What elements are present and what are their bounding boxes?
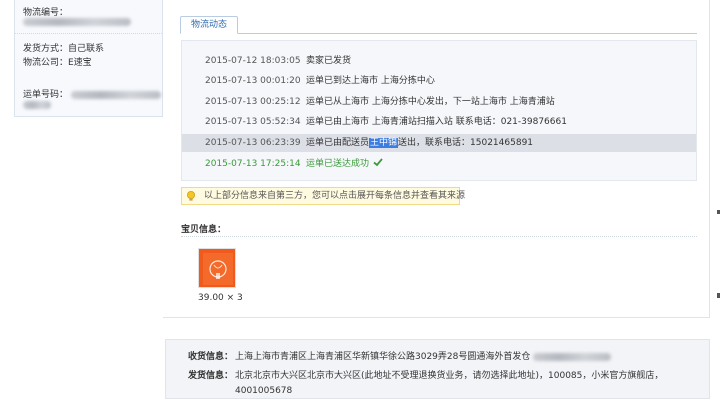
waybill-label: 运单号码： — [23, 90, 69, 100]
log-text: 运单已由配送员王中锦送出，联系电话：15021465891 — [306, 138, 534, 148]
log-text: 运单已送达成功 — [306, 155, 383, 173]
logistics-company: 物流公司：E速宝 — [23, 58, 92, 68]
log-text: 运单已由上海市 上海青浦站扫描入站 联系电话：021-39876661 — [306, 117, 567, 127]
order-number-value-redacted — [23, 17, 131, 27]
product-thumbnail[interactable] — [198, 248, 236, 288]
log-row[interactable]: 2015-07-12 18:03:05 卖家已发货 — [182, 52, 696, 70]
log-row[interactable]: 2015-07-13 05:52:34 运单已由上海市 上海青浦站扫描入站 联系… — [182, 113, 696, 131]
log-text: 运单已到达上海市 上海分拣中心 — [306, 76, 435, 86]
log-text: 卖家已发货 — [306, 56, 352, 66]
log-time: 2015-07-13 17:25:14 — [205, 159, 301, 169]
waybill-value-redacted-2 — [23, 100, 51, 110]
log-time: 2015-07-13 00:25:12 — [205, 97, 301, 107]
check-icon — [373, 158, 383, 167]
item-price-quantity: 39.00 × 3 — [198, 293, 243, 303]
receive-name-redacted — [533, 352, 612, 361]
log-text: 运单已从上海市 上海分拣中心发出，下一站上海市 上海青浦站 — [306, 97, 555, 107]
tracking-log: 2015-07-12 18:03:05 卖家已发货 2015-07-13 00:… — [181, 40, 697, 181]
ship-value: 北京北京市大兴区北京市大兴区(此地址不受理退换货业务，请勿选择此地址)，1000… — [235, 371, 664, 381]
waybill-row: 运单号码： — [23, 87, 161, 100]
waybill-value-redacted — [70, 90, 161, 99]
third-party-tip: 以上部分信息来自第三方，您可以点击展开每条信息并查看其来源 — [181, 187, 465, 205]
lightbulb-icon — [187, 191, 195, 201]
divider — [181, 236, 697, 237]
product-image — [199, 249, 235, 287]
item-info-title: 宝贝信息： — [181, 225, 227, 235]
order-info-panel: 物流编号： 发货方式：自己联系 物流公司：E速宝 运单号码： — [14, 0, 163, 117]
receive-info-row: 收货信息： 上海上海市青浦区上海青浦区华新镇华徐公路3029弄28号圆通海外首发… — [188, 349, 612, 362]
log-row-highlighted[interactable]: 2015-07-13 06:23:39 运单已由配送员王中锦送出，联系电话：15… — [182, 134, 696, 152]
ship-method: 发货方式：自己联系 — [23, 44, 105, 54]
log-time: 2015-07-13 00:01:20 — [205, 76, 301, 86]
log-row-delivered[interactable]: 2015-07-13 17:25:14 运单已送达成功 — [182, 155, 696, 173]
log-time: 2015-07-13 05:52:34 — [205, 117, 301, 127]
log-time: 2015-07-13 06:23:39 — [205, 138, 301, 148]
ship-label: 发货信息： — [188, 371, 234, 381]
receive-label: 收货信息： — [188, 352, 234, 362]
ship-phone: 4001005678 — [235, 386, 293, 396]
receive-value: 上海上海市青浦区上海青浦区华新镇华徐公路3029弄28号圆通海外首发仓 — [235, 349, 612, 362]
tip-text: 以上部分信息来自第三方，您可以点击展开每条信息并查看其来源 — [204, 191, 466, 201]
divider — [15, 33, 162, 34]
log-row[interactable]: 2015-07-13 00:25:12 运单已从上海市 上海分拣中心发出，下一站… — [182, 93, 696, 111]
log-time: 2015-07-12 18:03:05 — [205, 56, 301, 66]
ship-info-row: 发货信息： 北京北京市大兴区北京市大兴区(此地址不受理退换货业务，请勿选择此地址… — [188, 368, 663, 381]
tab-logistics-tracking[interactable]: 物流动态 — [180, 16, 238, 34]
address-box: 收货信息： 上海上海市青浦区上海青浦区华新镇华徐公路3029弄28号圆通海外首发… — [165, 339, 710, 399]
selected-text: 王中锦 — [369, 138, 399, 148]
page: 物流编号： 发货方式：自己联系 物流公司：E速宝 运单号码： 物流动态 2015… — [0, 0, 720, 399]
log-row[interactable]: 2015-07-13 00:01:20 运单已到达上海市 上海分拣中心 — [182, 72, 696, 90]
tab-underline — [180, 33, 697, 34]
